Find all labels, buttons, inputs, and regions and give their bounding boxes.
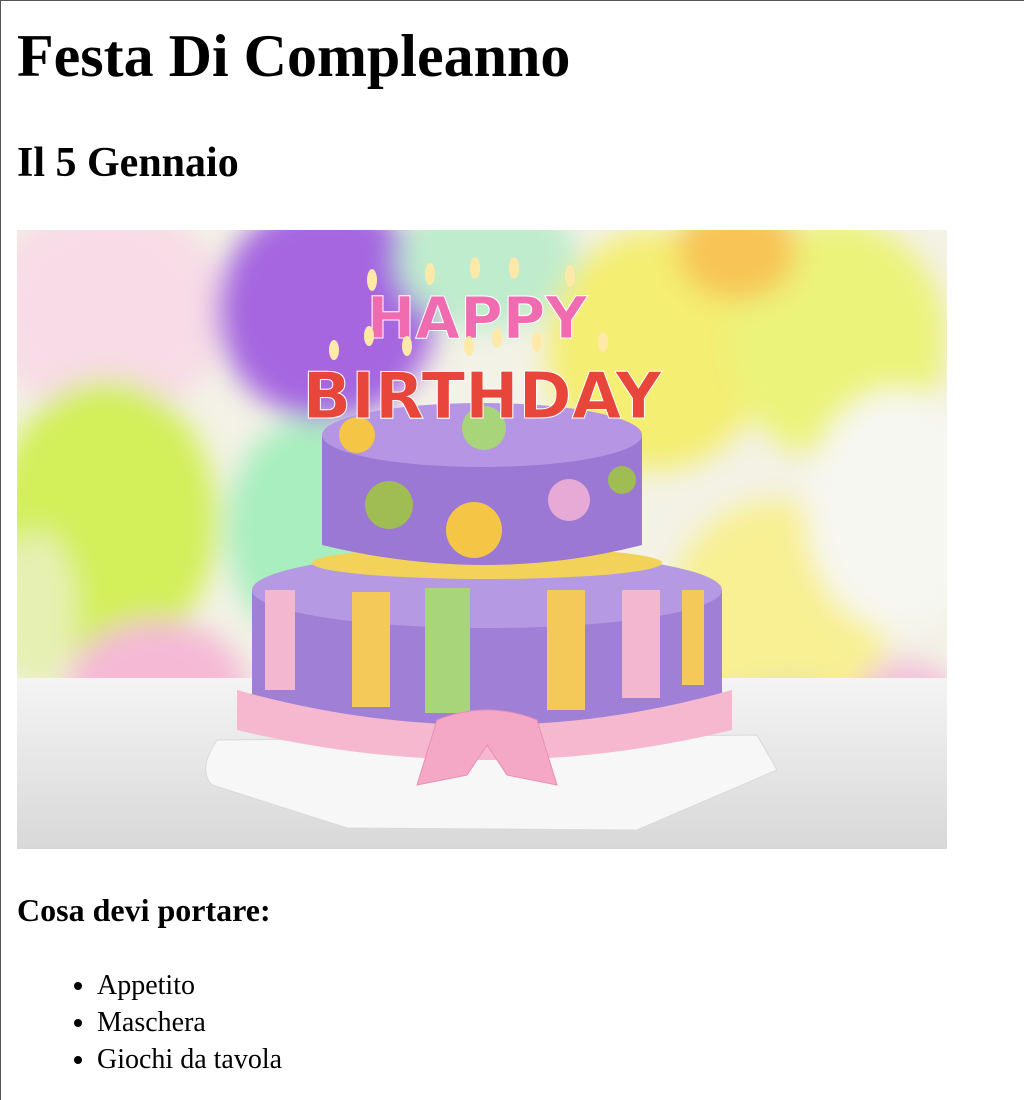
bring-heading: Cosa devi portare: bbox=[17, 892, 271, 928]
birthday-cake-illustration: HAPPY BIRTHDAY bbox=[17, 230, 947, 849]
list-item: Appetito bbox=[97, 967, 282, 1004]
list-item: Giochi da tavola bbox=[97, 1041, 282, 1078]
birthday-cake-image: HAPPY BIRTHDAY bbox=[17, 230, 947, 849]
page-title: Festa Di Compleanno bbox=[17, 23, 571, 89]
list-item: Maschera bbox=[97, 1004, 282, 1041]
party-date: Il 5 Gennaio bbox=[17, 140, 239, 186]
bring-list: Appetito Maschera Giochi da tavola bbox=[17, 967, 282, 1078]
candles-line1: HAPPY bbox=[367, 284, 588, 352]
candles-line2: BIRTHDAY bbox=[302, 360, 662, 434]
